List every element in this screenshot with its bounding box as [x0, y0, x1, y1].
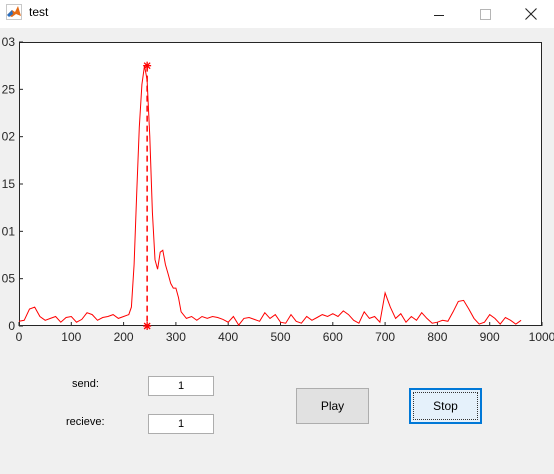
peak-marker-bottom	[143, 322, 152, 330]
x-tick-label: 200	[114, 330, 134, 344]
x-tick-label: 400	[218, 330, 238, 344]
x-tick-label: 100	[61, 330, 81, 344]
x-tick-label: 500	[270, 330, 290, 344]
x-tick-label: 0	[16, 330, 23, 344]
x-tick-label: 300	[166, 330, 186, 344]
line-chart: 0 100 200 300 400 500 600 700 800 900 1000 0 05 01 15 0…	[2, 35, 554, 344]
x-tick-label: 700	[375, 330, 395, 344]
y-tick-label: 0	[8, 319, 15, 333]
x-tick-label: 900	[480, 330, 500, 344]
stop-button[interactable]: Stop	[409, 388, 482, 424]
y-tick-label: 05	[2, 272, 16, 286]
y-tick-label: 15	[2, 177, 16, 191]
y-tick-label: 25	[2, 82, 16, 96]
x-tick-label: 1000	[529, 330, 554, 344]
send-label: send:	[72, 378, 99, 390]
recieve-field[interactable]: 1	[148, 414, 214, 434]
y-tick-label: 01	[2, 224, 16, 238]
x-tick-label: 800	[427, 330, 447, 344]
signal-line	[18, 65, 522, 326]
send-field[interactable]: 1	[148, 376, 214, 396]
peak-marker-top	[143, 61, 152, 70]
x-tick-label: 600	[323, 330, 343, 344]
play-button[interactable]: Play	[296, 388, 369, 424]
recieve-label: recieve:	[66, 416, 105, 428]
y-tick-label: 02	[2, 130, 16, 144]
y-tick-label: 03	[2, 35, 16, 49]
